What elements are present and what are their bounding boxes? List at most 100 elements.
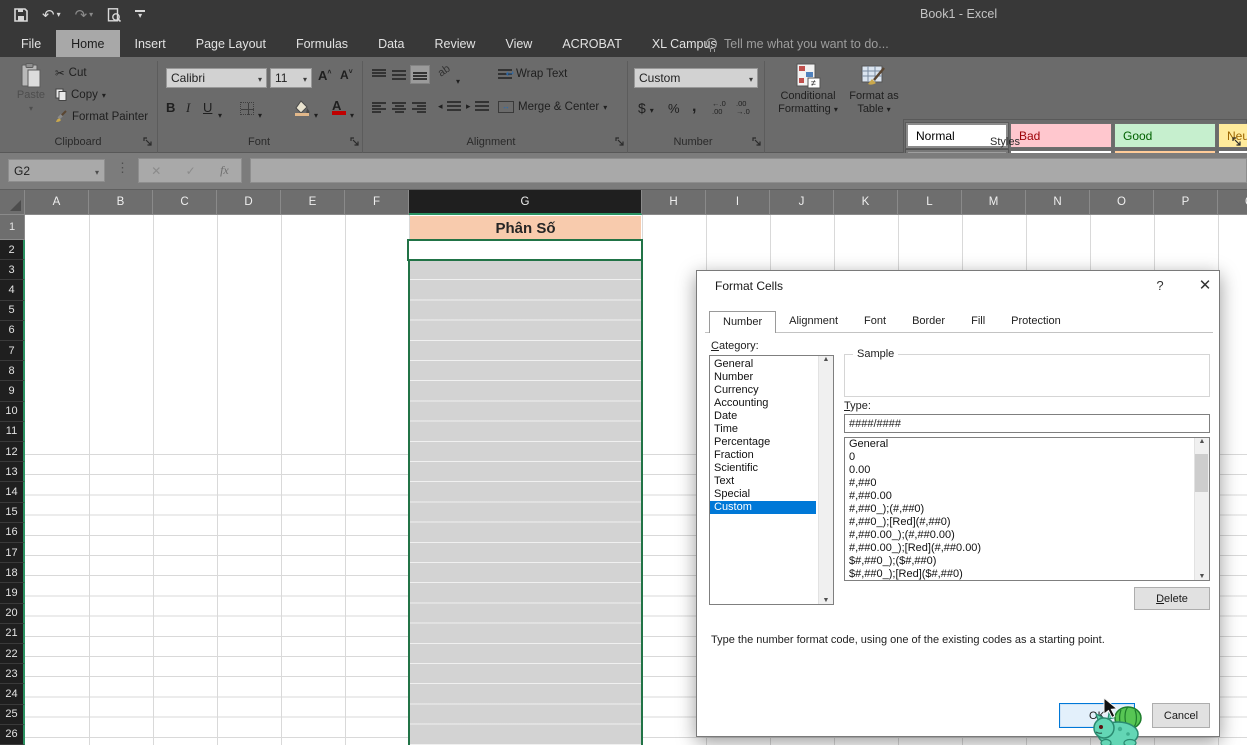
column-header-C[interactable]: C bbox=[153, 190, 217, 215]
number-dialog-launcher-icon[interactable] bbox=[752, 137, 762, 147]
row-header-1[interactable]: 1 bbox=[0, 215, 25, 240]
wrap-text-button[interactable]: ↩ Wrap Text bbox=[498, 68, 567, 80]
format-code-item[interactable]: $#,##0_);($#,##0) bbox=[845, 555, 1190, 568]
category-item-percentage[interactable]: Percentage bbox=[710, 436, 816, 449]
font-name-combo[interactable]: Calibri bbox=[166, 68, 267, 88]
type-input[interactable]: ####/#### bbox=[844, 414, 1210, 433]
dialog-tab-font[interactable]: Font bbox=[851, 311, 899, 333]
tab-acrobat[interactable]: ACROBAT bbox=[547, 30, 637, 57]
category-item-text[interactable]: Text bbox=[710, 475, 816, 488]
font-size-combo[interactable]: 11 bbox=[270, 68, 312, 88]
scrollbar-thumb[interactable] bbox=[1195, 454, 1208, 492]
format-code-item[interactable]: $#,##0_);[Red]($#,##0) bbox=[845, 568, 1190, 581]
font-dialog-launcher-icon[interactable] bbox=[350, 137, 360, 147]
row-header-19[interactable]: 19 bbox=[0, 583, 25, 603]
ok-button[interactable]: OK bbox=[1059, 703, 1135, 728]
format-code-item[interactable]: General bbox=[845, 438, 1190, 451]
category-item-accounting[interactable]: Accounting bbox=[710, 397, 816, 410]
category-item-number[interactable]: Number bbox=[710, 371, 816, 384]
decrease-indent-button[interactable]: ◂ bbox=[438, 101, 461, 112]
row-header-6[interactable]: 6 bbox=[0, 321, 25, 341]
row-header-23[interactable]: 23 bbox=[0, 664, 25, 684]
row-header-4[interactable]: 4 bbox=[0, 280, 25, 300]
fill-color-caret-icon[interactable] bbox=[314, 105, 318, 123]
column-header-N[interactable]: N bbox=[1026, 190, 1090, 215]
cancel-entry-icon[interactable]: ✕ bbox=[151, 164, 161, 178]
align-center-icon[interactable] bbox=[392, 102, 406, 113]
category-listbox[interactable]: ▲▼ GeneralNumberCurrencyAccountingDateTi… bbox=[709, 355, 834, 605]
dialog-close-button[interactable]: ✕ bbox=[1193, 276, 1217, 294]
column-header-P[interactable]: P bbox=[1154, 190, 1218, 215]
row-header-11[interactable]: 11 bbox=[0, 422, 25, 442]
styles-dialog-launcher-icon[interactable] bbox=[1232, 137, 1242, 147]
underline-button[interactable]: U bbox=[203, 100, 212, 115]
column-header-H[interactable]: H bbox=[642, 190, 706, 215]
dialog-tab-border[interactable]: Border bbox=[899, 311, 958, 333]
enter-entry-icon[interactable]: ✓ bbox=[186, 164, 196, 178]
name-box-splitter[interactable]: ⋮ bbox=[116, 160, 129, 176]
name-box[interactable]: G2 bbox=[8, 159, 105, 182]
tab-view[interactable]: View bbox=[490, 30, 547, 57]
percent-style-button[interactable]: % bbox=[668, 101, 680, 116]
column-header-F[interactable]: F bbox=[345, 190, 409, 215]
format-code-item[interactable]: 0 bbox=[845, 451, 1190, 464]
row-header-9[interactable]: 9 bbox=[0, 381, 25, 401]
shrink-font-button[interactable]: A˅ bbox=[340, 68, 353, 82]
formula-input[interactable] bbox=[250, 158, 1247, 183]
conditional-formatting-button[interactable]: ≠ Conditional Formatting bbox=[768, 62, 848, 116]
selected-range-g3-g26[interactable] bbox=[409, 260, 642, 745]
column-header-L[interactable]: L bbox=[898, 190, 962, 215]
column-header-O[interactable]: O bbox=[1090, 190, 1154, 215]
paste-button[interactable]: Paste bbox=[8, 63, 54, 115]
dialog-help-button[interactable]: ? bbox=[1150, 278, 1170, 293]
font-color-button[interactable]: A bbox=[332, 98, 346, 115]
category-scrollbar[interactable]: ▲▼ bbox=[818, 356, 833, 604]
align-left-icon[interactable] bbox=[372, 102, 386, 113]
category-item-time[interactable]: Time bbox=[710, 423, 816, 436]
align-right-icon[interactable] bbox=[412, 102, 426, 113]
tab-insert[interactable]: Insert bbox=[120, 30, 181, 57]
column-header-D[interactable]: D bbox=[217, 190, 281, 215]
category-item-date[interactable]: Date bbox=[710, 410, 816, 423]
format-code-item[interactable]: #,##0 bbox=[845, 477, 1190, 490]
style-good[interactable]: Good bbox=[1114, 123, 1216, 148]
column-header-K[interactable]: K bbox=[834, 190, 898, 215]
tab-home[interactable]: Home bbox=[56, 30, 119, 57]
row-header-22[interactable]: 22 bbox=[0, 644, 25, 664]
borders-caret-icon[interactable] bbox=[258, 105, 262, 123]
row-header-7[interactable]: 7 bbox=[0, 341, 25, 361]
increase-decimal-button[interactable]: ←.0.00 bbox=[712, 100, 726, 116]
grow-font-button[interactable]: A˄ bbox=[318, 68, 331, 83]
tell-me-box[interactable]: Tell me what you want to do... bbox=[706, 30, 889, 57]
middle-align-icon[interactable] bbox=[392, 70, 406, 81]
underline-caret-icon[interactable] bbox=[218, 105, 222, 123]
italic-button[interactable]: I bbox=[186, 100, 190, 116]
tab-file[interactable]: File bbox=[6, 30, 56, 57]
row-header-10[interactable]: 10 bbox=[0, 402, 25, 422]
dialog-tab-number[interactable]: Number bbox=[709, 311, 776, 333]
format-code-item[interactable]: #,##0_);(#,##0) bbox=[845, 503, 1190, 516]
row-header-16[interactable]: 16 bbox=[0, 523, 25, 543]
font-color-caret-icon[interactable] bbox=[350, 105, 354, 123]
column-header-M[interactable]: M bbox=[962, 190, 1026, 215]
delete-button[interactable]: Delete bbox=[1134, 587, 1210, 610]
orientation-icon[interactable]: ab bbox=[436, 63, 453, 80]
format-painter-button[interactable]: Format Painter bbox=[55, 110, 148, 123]
dialog-tab-fill[interactable]: Fill bbox=[958, 311, 998, 333]
column-header-A[interactable]: A bbox=[25, 190, 89, 215]
row-header-13[interactable]: 13 bbox=[0, 462, 25, 482]
format-code-item[interactable]: #,##0.00_);[Red](#,##0.00) bbox=[845, 542, 1190, 555]
select-all-button[interactable] bbox=[0, 190, 25, 215]
active-cell-g2[interactable] bbox=[407, 239, 643, 261]
orientation-caret-icon[interactable] bbox=[456, 71, 460, 89]
bold-button[interactable]: B bbox=[166, 100, 175, 115]
column-header-G[interactable]: G bbox=[409, 190, 642, 215]
copy-button[interactable]: Copy bbox=[55, 88, 106, 101]
row-header-21[interactable]: 21 bbox=[0, 624, 25, 644]
accounting-format-button[interactable]: $ bbox=[638, 100, 654, 116]
column-header-I[interactable]: I bbox=[706, 190, 770, 215]
save-icon[interactable] bbox=[14, 8, 28, 22]
row-header-3[interactable]: 3 bbox=[0, 260, 25, 280]
column-header-E[interactable]: E bbox=[281, 190, 345, 215]
row-header-24[interactable]: 24 bbox=[0, 684, 25, 704]
